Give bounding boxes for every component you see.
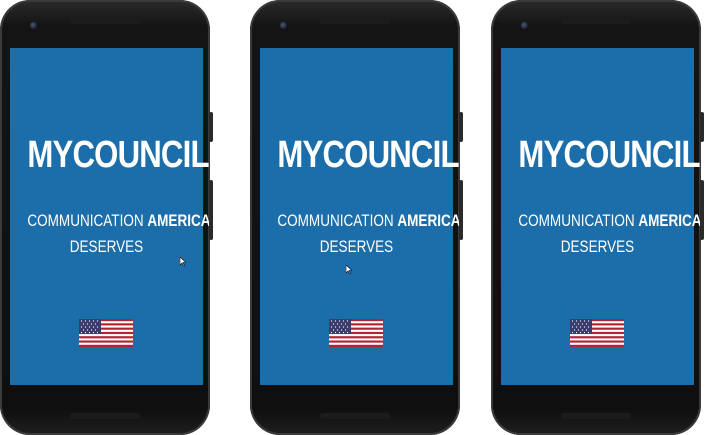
tagline-emphasis: AMERICA <box>397 212 461 230</box>
splash-screen: MYCOUNCIL COMMUNICATION AMERICA DESERVES <box>260 48 461 385</box>
bottom-speaker <box>320 413 390 419</box>
tagline: COMMUNICATION AMERICA DESERVES <box>277 208 460 260</box>
tagline-line-2: DESERVES <box>560 238 635 256</box>
us-flag-icon <box>79 319 133 347</box>
us-flag-icon <box>329 319 383 347</box>
tagline-text: COMMUNICATION <box>27 212 144 230</box>
tagline-line-1: COMMUNICATION AMERICA <box>277 208 460 234</box>
earpiece-speaker <box>70 18 140 24</box>
earpiece-speaker <box>561 18 631 24</box>
earpiece-speaker <box>320 18 390 24</box>
bottom-speaker <box>70 413 140 419</box>
bottom-speaker <box>561 413 631 419</box>
front-camera-icon <box>280 22 287 29</box>
tagline-emphasis: AMERICA <box>147 212 211 230</box>
tagline: COMMUNICATION AMERICA DESERVES <box>518 208 701 260</box>
phone-mockup-1: MYCOUNCIL COMMUNICATION AMERICA DESERVES <box>0 0 213 435</box>
app-title: MYCOUNCIL <box>277 134 459 176</box>
tagline-text: COMMUNICATION <box>518 212 635 230</box>
front-camera-icon <box>30 22 37 29</box>
splash-screen: MYCOUNCIL COMMUNICATION AMERICA DESERVES <box>10 48 211 385</box>
splash-screen: MYCOUNCIL COMMUNICATION AMERICA DESERVES <box>501 48 702 385</box>
front-camera-icon <box>521 22 528 29</box>
phone-mockup-3: MYCOUNCIL COMMUNICATION AMERICA DESERVES <box>491 0 704 435</box>
us-flag-icon <box>570 319 624 347</box>
tagline-emphasis: AMERICA <box>638 212 702 230</box>
phone-mockup-2: MYCOUNCIL COMMUNICATION AMERICA DESERVES <box>250 0 463 435</box>
tagline-line-1: COMMUNICATION AMERICA <box>518 208 701 234</box>
tagline-line-1: COMMUNICATION AMERICA <box>27 208 210 234</box>
mouse-cursor-icon <box>180 257 186 266</box>
tagline-line-2: DESERVES <box>319 238 394 256</box>
app-title: MYCOUNCIL <box>518 134 700 176</box>
tagline-line-2: DESERVES <box>69 238 144 256</box>
tagline-text: COMMUNICATION <box>277 212 394 230</box>
tagline: COMMUNICATION AMERICA DESERVES <box>27 208 210 260</box>
app-title: MYCOUNCIL <box>27 134 209 176</box>
mouse-cursor-icon <box>346 265 352 274</box>
